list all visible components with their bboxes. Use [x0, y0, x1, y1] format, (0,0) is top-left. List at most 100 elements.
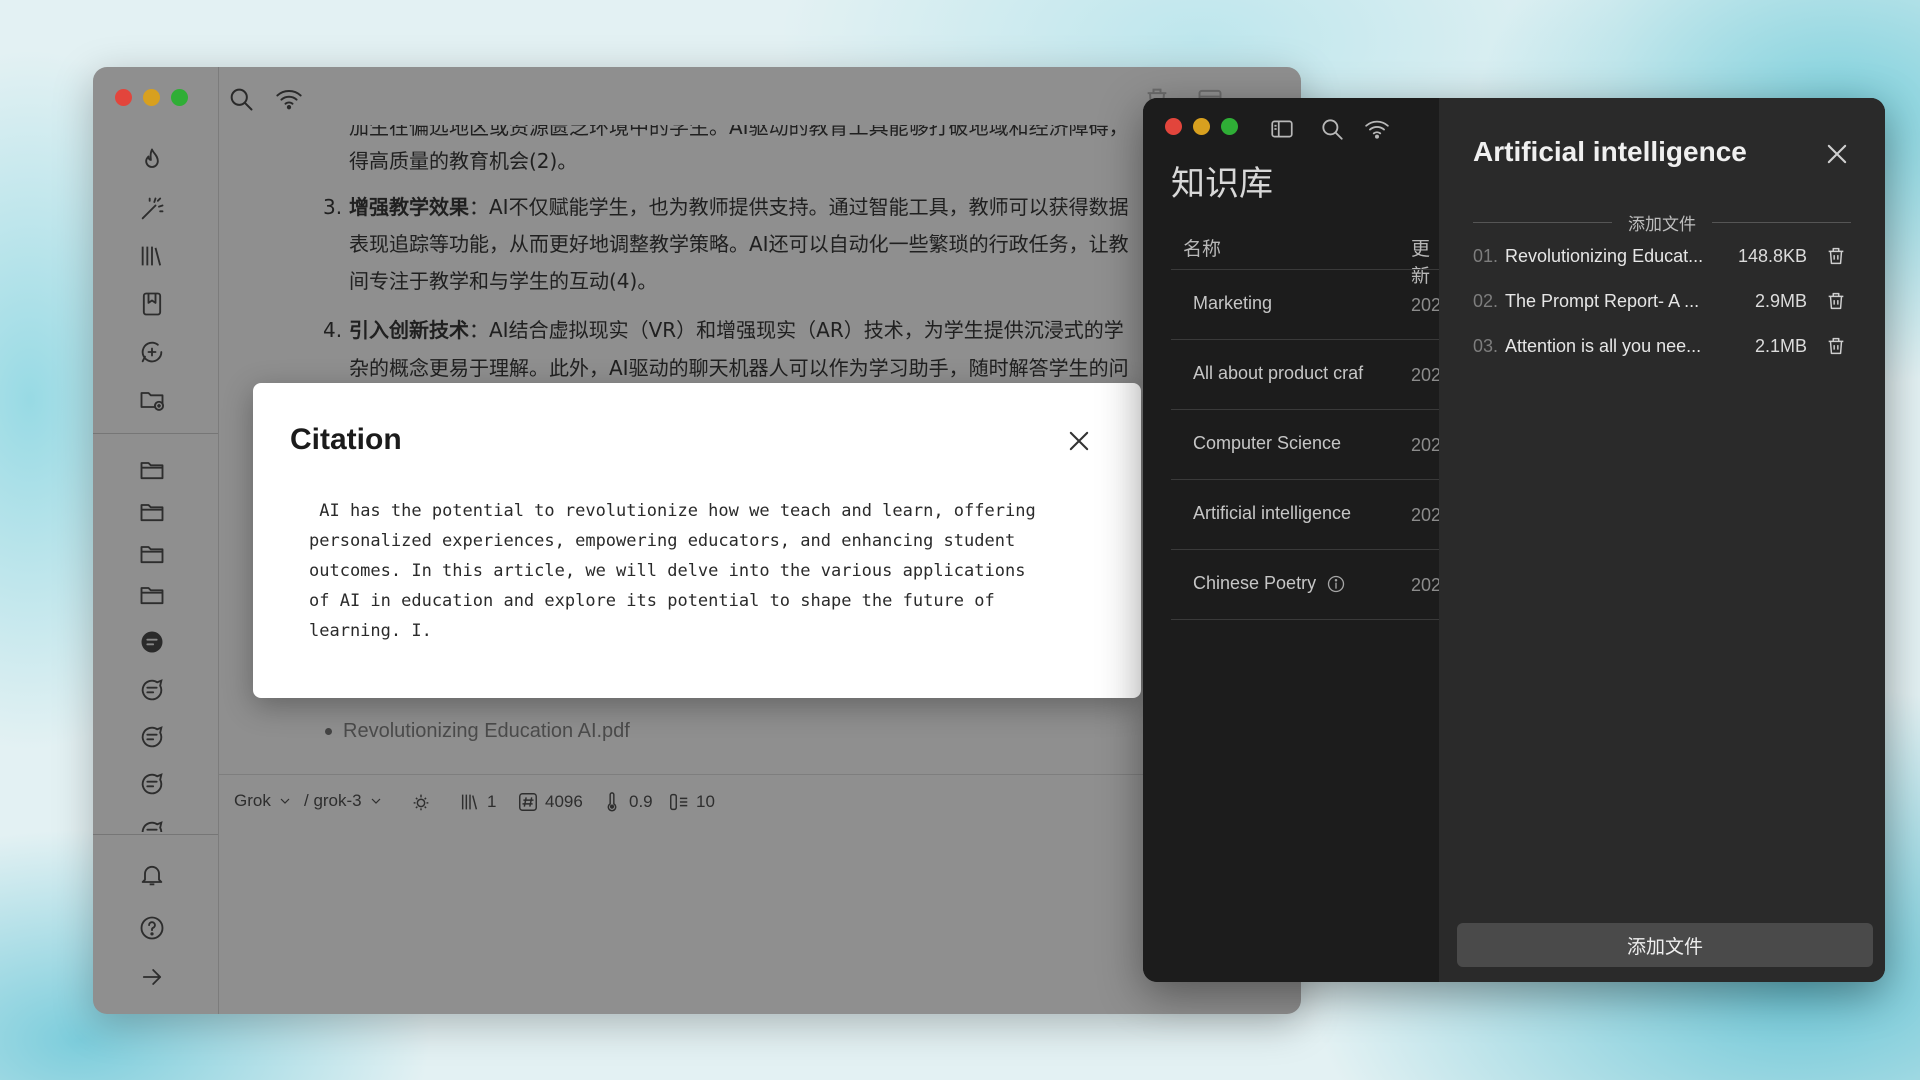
- message-line: 引入创新技术：AI结合虚拟现实（VR）和增强现实（AR）技术，为学生提供沉浸式的…: [349, 312, 1124, 349]
- flame-icon[interactable]: [138, 146, 166, 174]
- trash-icon[interactable]: [1825, 290, 1847, 312]
- sidebar-divider: [93, 433, 218, 434]
- close-icon[interactable]: [1823, 140, 1851, 168]
- magic-wand-icon[interactable]: [138, 195, 166, 223]
- message-line: 杂的概念更易于理解。此外，AI驱动的聊天机器人可以作为学习助手，随时解答学生的问: [349, 356, 1129, 380]
- knowledge-count-button[interactable]: 1: [459, 791, 496, 813]
- citation-text: AI has the potential to revolutionize ho…: [309, 501, 1036, 641]
- knowledge-item-date: 202: [1411, 505, 1442, 525]
- file-index: 01.: [1473, 246, 1499, 266]
- knowledge-item-name: All about product craf: [1193, 363, 1364, 383]
- knowledge-title: 知识库: [1171, 164, 1273, 204]
- info-icon[interactable]: [1326, 574, 1346, 594]
- new-chat-icon[interactable]: [138, 338, 166, 366]
- help-icon[interactable]: [138, 914, 166, 942]
- add-file-button[interactable]: 添加文件: [1457, 923, 1873, 967]
- sparkle-settings-icon: [410, 791, 432, 813]
- chat-icon[interactable]: [138, 676, 166, 704]
- file-size: 2.9MB: [1754, 291, 1807, 311]
- table-divider: [1171, 549, 1439, 550]
- file-size: 2.1MB: [1754, 336, 1807, 356]
- table-divider: [1171, 479, 1439, 480]
- trash-icon[interactable]: [1825, 245, 1847, 267]
- temperature-button[interactable]: 0.9: [601, 791, 653, 813]
- file-row[interactable]: 02. The Prompt Report- A ... 2.9MB: [1473, 287, 1851, 317]
- max-tokens-button[interactable]: 4096: [517, 791, 583, 813]
- library-icon[interactable]: [138, 242, 166, 270]
- trash-icon[interactable]: [1825, 335, 1847, 357]
- source-file-link[interactable]: Revolutionizing Education AI.pdf: [325, 720, 630, 743]
- table-divider: [1171, 269, 1439, 270]
- folder-icon[interactable]: [138, 498, 166, 526]
- bell-icon[interactable]: [138, 861, 166, 889]
- files-section-header: 添加文件: [1473, 210, 1851, 235]
- bookmark-icon[interactable]: [138, 290, 166, 318]
- file-index: 03.: [1473, 336, 1499, 356]
- message-line: 增强教学效果：AI不仅赋能学生，也为教师提供支持。通过智能工具，教师可以获得数据: [349, 189, 1129, 226]
- message-line: 加生在偏远地区或资源匮乏环境中的学生。AI驱动的教育工具能够打破地域和经济障碍，: [349, 115, 1129, 139]
- folder-icon[interactable]: [138, 540, 166, 568]
- knowledge-list-panel: 知识库 名称 更新 Marketing 202 All about produc…: [1143, 98, 1442, 982]
- minimize-window-button[interactable]: [1193, 118, 1210, 135]
- message-line: 表现追踪等功能，从而更好地调整教学策略。AI还可以自动化一些繁琐的行政任务，让教: [349, 232, 1129, 256]
- section-label: 添加文件: [1612, 215, 1712, 235]
- file-row[interactable]: 01. Revolutionizing Educat... 148.8KB: [1473, 242, 1851, 272]
- citation-dialog: Citation AI has the potential to revolut…: [253, 383, 1141, 698]
- table-divider: [1171, 409, 1439, 410]
- search-icon[interactable]: [1319, 116, 1345, 142]
- file-index: 02.: [1473, 291, 1499, 311]
- knowledge-item-date: 202: [1411, 295, 1442, 315]
- knowledge-item-product-craft[interactable]: All about product craf: [1193, 363, 1401, 384]
- window-controls: [1165, 118, 1238, 135]
- chat-filled-icon[interactable]: [138, 628, 166, 656]
- folder-icon[interactable]: [138, 456, 166, 484]
- knowledge-count: 1: [487, 792, 497, 811]
- table-divider: [1171, 339, 1439, 340]
- knowledge-item-date: 202: [1411, 365, 1442, 385]
- knowledge-window: 知识库 名称 更新 Marketing 202 All about produc…: [1143, 98, 1885, 982]
- knowledge-item-date: 202: [1411, 575, 1442, 595]
- chevron-down-icon: [277, 793, 293, 809]
- provider-select[interactable]: Grok: [234, 791, 293, 811]
- close-icon[interactable]: [1065, 427, 1093, 455]
- file-size: 148.8KB: [1737, 246, 1807, 266]
- model-select[interactable]: / grok-3: [304, 791, 384, 811]
- sidebar-divider: [93, 834, 218, 835]
- context-count-button[interactable]: 10: [668, 791, 715, 813]
- table-divider: [1171, 619, 1439, 620]
- knowledge-item-date: 202: [1411, 435, 1442, 455]
- provider-label: Grok: [234, 791, 271, 810]
- sidebar-toggle-icon[interactable]: [1269, 116, 1295, 142]
- prompt-settings-button[interactable]: [410, 791, 432, 813]
- detail-title: Artificial intelligence: [1473, 136, 1747, 167]
- file-name: Revolutionizing Educat...: [1505, 246, 1704, 266]
- file-row[interactable]: 03. Attention is all you nee... 2.1MB: [1473, 332, 1851, 362]
- close-window-button[interactable]: [1165, 118, 1182, 135]
- knowledge-item-chinese-poetry[interactable]: Chinese Poetry: [1193, 573, 1346, 594]
- add-folder-icon[interactable]: [138, 386, 166, 414]
- knowledge-item-computer-science[interactable]: Computer Science: [1193, 433, 1341, 454]
- maximize-window-button[interactable]: [1221, 118, 1238, 135]
- chat-icon[interactable]: [138, 723, 166, 751]
- list-number: 4.: [323, 318, 343, 342]
- message-line: 得高质量的教育机会(2)。: [349, 149, 578, 173]
- list-heading: 增强教学效果: [349, 195, 469, 219]
- library-icon: [459, 791, 481, 813]
- wifi-icon[interactable]: [1364, 116, 1390, 142]
- knowledge-item-marketing[interactable]: Marketing: [1193, 293, 1272, 314]
- expand-arrow-icon[interactable]: [138, 963, 166, 991]
- file-name: Attention is all you nee...: [1505, 336, 1702, 356]
- chat-icon[interactable]: [138, 770, 166, 798]
- citation-title: Citation: [290, 423, 402, 456]
- list-heading: 引入创新技术: [349, 318, 469, 342]
- message-text: ：AI结合虚拟现实（VR）和增强现实（AR）技术，为学生提供沉浸式的学: [469, 318, 1124, 342]
- hash-icon: [517, 791, 539, 813]
- section-label-wrap: 添加文件: [1473, 210, 1851, 235]
- chat-icon[interactable]: [138, 818, 166, 832]
- file-name: The Prompt Report- A ...: [1505, 291, 1700, 311]
- message-text: ：AI不仅赋能学生，也为教师提供支持。通过智能工具，教师可以获得数据: [469, 195, 1129, 219]
- chevron-down-icon: [368, 793, 384, 809]
- folder-icon[interactable]: [138, 581, 166, 609]
- list-number: 3.: [323, 195, 343, 219]
- knowledge-item-artificial-intelligence[interactable]: Artificial intelligence: [1193, 503, 1351, 524]
